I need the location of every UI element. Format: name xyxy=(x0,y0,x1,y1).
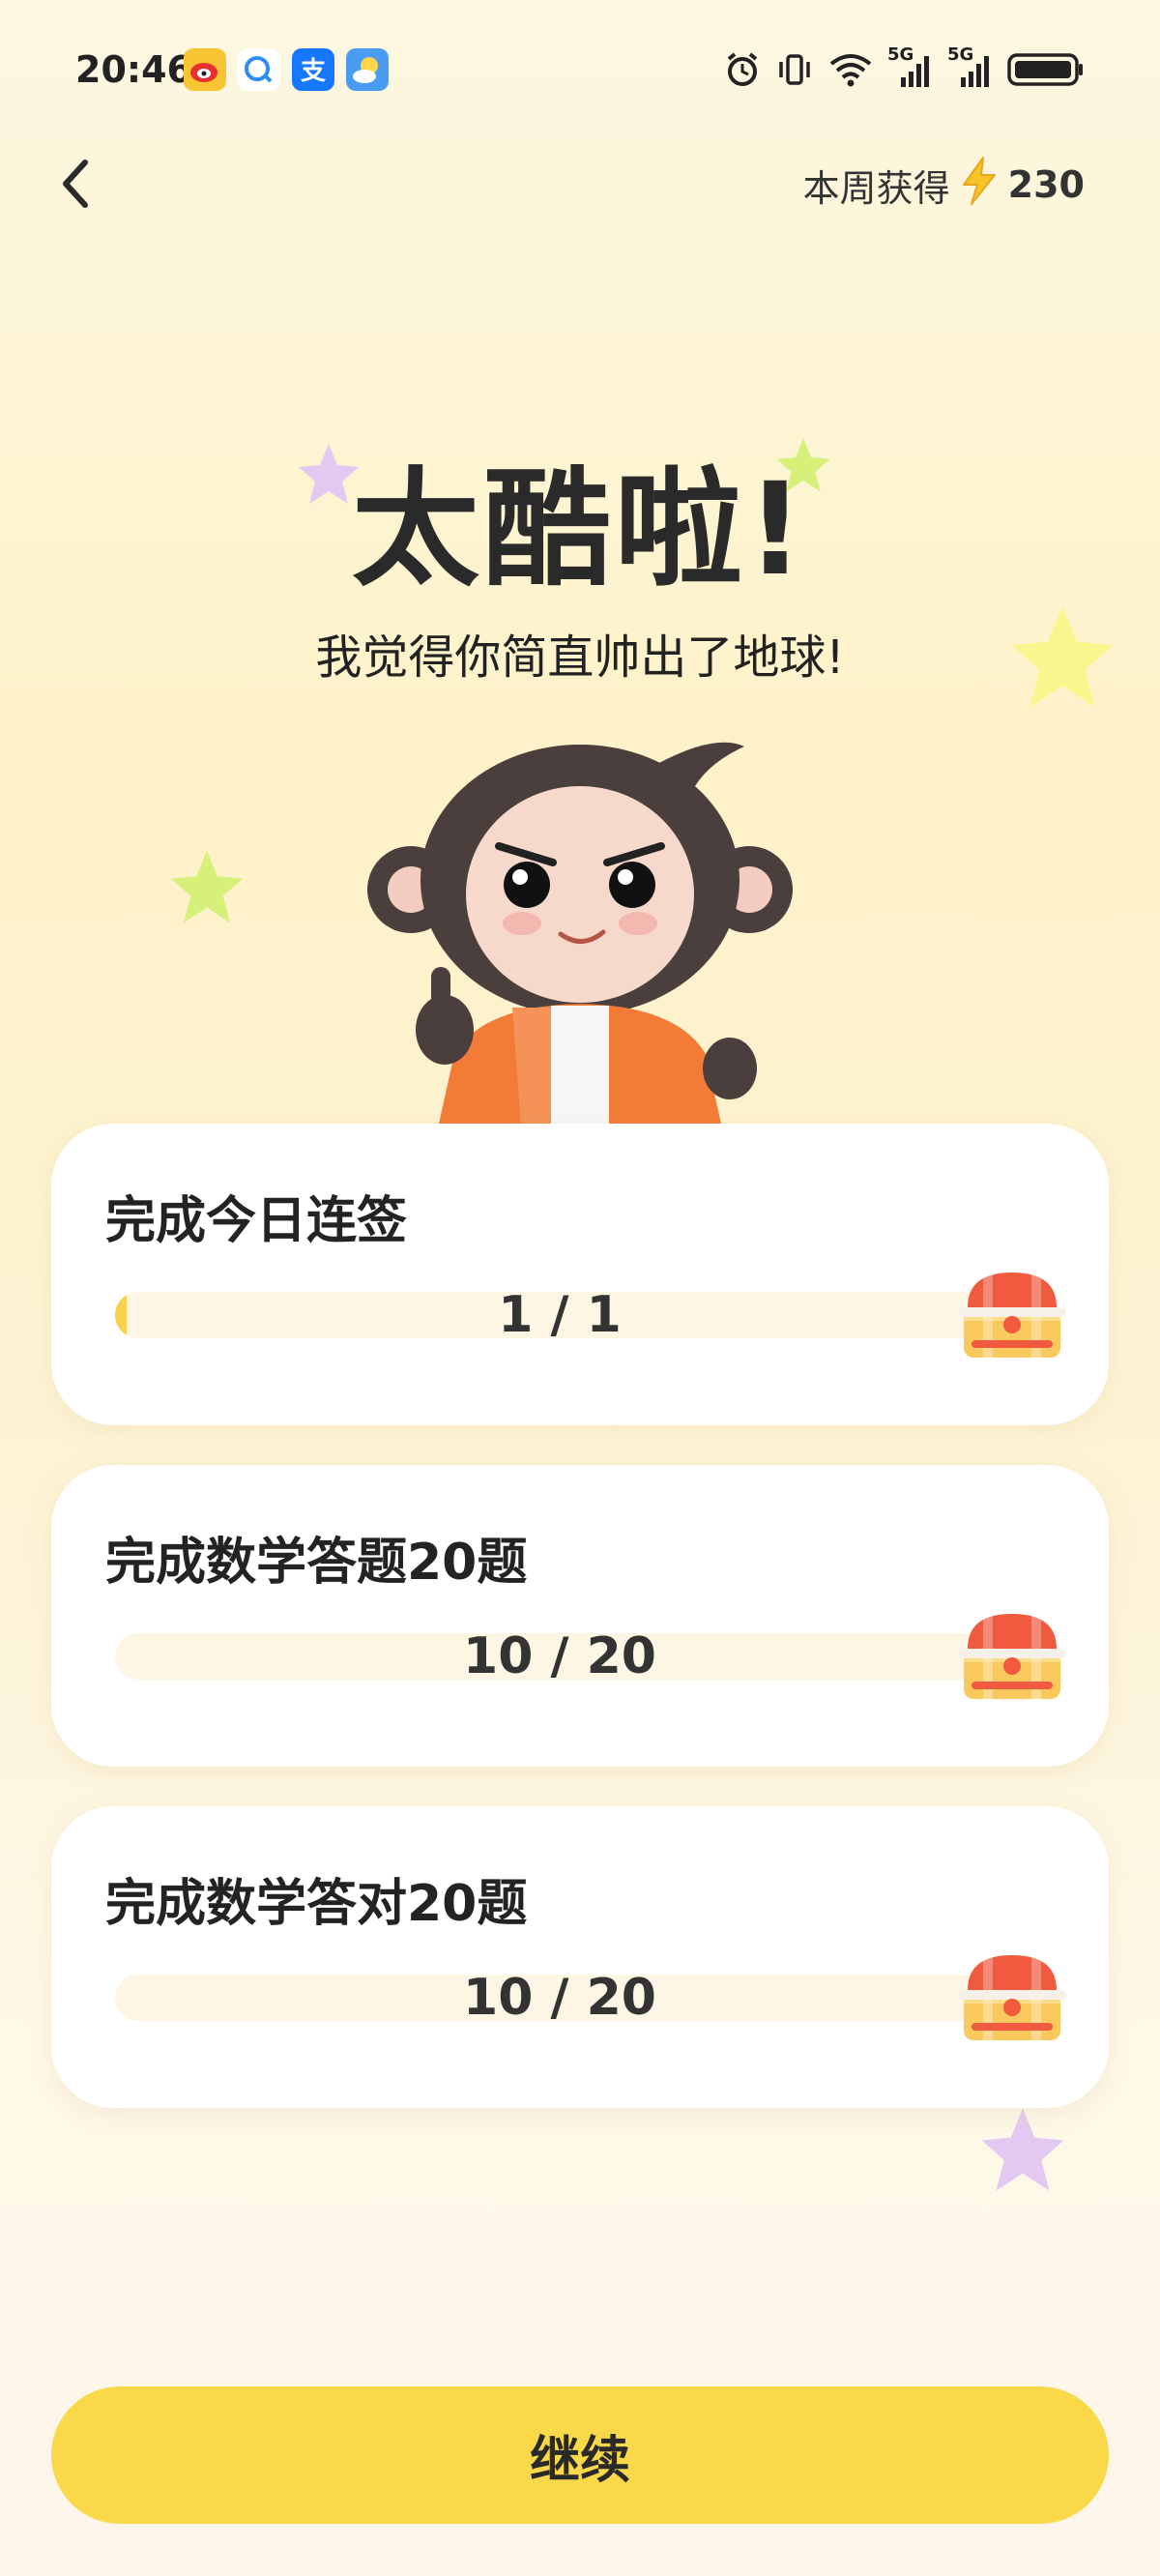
vibrate-icon xyxy=(775,50,814,89)
star-decoration-icon xyxy=(981,2108,1064,2191)
status-indicators: 5G 5G xyxy=(723,44,1085,91)
monkey-mascot xyxy=(367,735,793,1127)
status-time: 20:46 xyxy=(75,48,192,91)
message-icon xyxy=(238,48,280,91)
wifi-icon xyxy=(827,50,874,89)
task-card: 完成数学答题20题 10 / 20 xyxy=(51,1465,1109,1767)
progress-text: 10 / 20 xyxy=(463,1627,656,1685)
weekly-value: 230 xyxy=(1007,163,1085,206)
continue-button[interactable]: 继续 xyxy=(51,2386,1109,2524)
lightning-icon xyxy=(958,156,1000,215)
treasure-chest-icon[interactable] xyxy=(958,1267,1066,1363)
treasure-chest-icon[interactable] xyxy=(958,1608,1066,1705)
progress-text: 10 / 20 xyxy=(463,1969,656,2027)
5g-signal-icon: 5G xyxy=(947,44,994,91)
task-card: 完成数学答对20题 10 / 20 xyxy=(51,1806,1109,2108)
status-bar: 20:46 支 5G 5G xyxy=(0,0,1160,145)
celebration-subtitle: 我觉得你简直帅出了地球! xyxy=(315,630,845,685)
network-type-label: 5G xyxy=(887,44,914,65)
progress-text: 1 / 1 xyxy=(498,1286,622,1344)
weather-icon xyxy=(346,48,389,91)
weekly-label: 本周获得 xyxy=(802,166,950,210)
celebration-title: 太酷啦! xyxy=(351,455,809,604)
task-card: 完成今日连签 1 / 1 xyxy=(51,1124,1109,1425)
back-button[interactable] xyxy=(46,155,104,213)
5g-signal-icon: 5G xyxy=(887,44,934,91)
alarm-icon xyxy=(723,50,762,89)
continue-label: 继续 xyxy=(529,2431,630,2490)
task-title: 完成今日连签 xyxy=(105,1192,408,1250)
svg-text:支: 支 xyxy=(301,57,326,86)
chevron-left-icon xyxy=(63,160,88,208)
star-decoration-icon xyxy=(170,850,244,923)
weekly-earnings: 本周获得 230 xyxy=(802,156,1085,210)
task-title: 完成数学答题20题 xyxy=(105,1534,528,1592)
treasure-chest-icon[interactable] xyxy=(958,1949,1066,2046)
task-title: 完成数学答对20题 xyxy=(105,1875,528,1933)
network-type-label: 5G xyxy=(947,44,974,65)
alipay-icon: 支 xyxy=(292,48,334,91)
weibo-icon xyxy=(184,48,226,91)
battery-icon xyxy=(1007,50,1085,89)
